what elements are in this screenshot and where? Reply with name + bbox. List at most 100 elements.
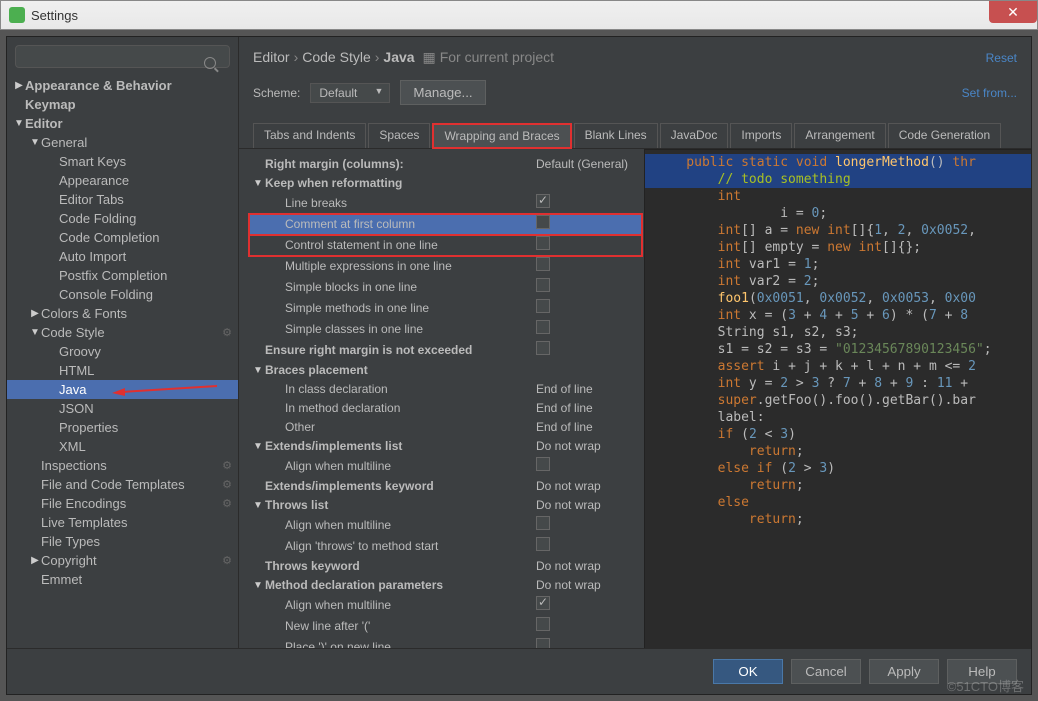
window-close-button[interactable]: ✕ (989, 1, 1037, 23)
option-row[interactable]: Comment at first column (249, 214, 642, 235)
tab-arrangement[interactable]: Arrangement (794, 123, 885, 148)
help-button[interactable]: Help (947, 659, 1017, 684)
sidebar-item-code-style[interactable]: Code Style⚙ (7, 323, 238, 342)
code-line: if (2 < 3) (645, 426, 1031, 443)
scheme-select[interactable]: Default (310, 83, 390, 103)
option-row[interactable]: Throws listDo not wrap (249, 496, 642, 515)
option-row[interactable]: Extends/implements keywordDo not wrap (249, 477, 642, 496)
option-row[interactable]: Control statement in one line (249, 235, 642, 256)
option-row[interactable]: Extends/implements listDo not wrap (249, 437, 642, 456)
option-row[interactable]: Align when multiline (249, 456, 642, 477)
option-row[interactable]: Align when multiline (249, 595, 642, 616)
reset-link[interactable]: Reset (986, 51, 1017, 65)
option-row[interactable]: Simple blocks in one line (249, 277, 642, 298)
tab-javadoc[interactable]: JavaDoc (660, 123, 729, 148)
sidebar-item-live-templates[interactable]: Live Templates (7, 513, 238, 532)
sidebar-item-code-completion[interactable]: Code Completion (7, 228, 238, 247)
option-value[interactable]: Do not wrap (536, 478, 636, 495)
sidebar-item-postfix-completion[interactable]: Postfix Completion (7, 266, 238, 285)
option-value[interactable]: Default (General) (536, 156, 636, 173)
option-row[interactable]: In method declarationEnd of line (249, 399, 642, 418)
sidebar-item-editor[interactable]: Editor (7, 114, 238, 133)
option-checkbox[interactable] (536, 457, 550, 471)
sidebar-item-java[interactable]: Java (7, 380, 238, 399)
option-row[interactable]: Braces placement (249, 361, 642, 380)
sidebar-item-colors-fonts[interactable]: Colors & Fonts (7, 304, 238, 323)
apply-button[interactable]: Apply (869, 659, 939, 684)
tab-blank-lines[interactable]: Blank Lines (574, 123, 658, 148)
sidebar-item-keymap[interactable]: Keymap (7, 95, 238, 114)
scheme-label: Scheme: (253, 86, 300, 100)
option-row[interactable]: Right margin (columns):Default (General) (249, 155, 642, 174)
sidebar-item-file-and-code-templates[interactable]: File and Code Templates⚙ (7, 475, 238, 494)
sidebar-item-editor-tabs[interactable]: Editor Tabs (7, 190, 238, 209)
sidebar-item-properties[interactable]: Properties (7, 418, 238, 437)
option-row[interactable]: Align 'throws' to method start (249, 536, 642, 557)
code-line: int[] empty = new int[]{}; (645, 239, 1031, 256)
option-value[interactable]: End of line (536, 419, 636, 436)
expand-arrow-icon (251, 438, 265, 455)
sidebar-item-html[interactable]: HTML (7, 361, 238, 380)
sidebar-item-groovy[interactable]: Groovy (7, 342, 238, 361)
sidebar-item-general[interactable]: General (7, 133, 238, 152)
sidebar-item-inspections[interactable]: Inspections⚙ (7, 456, 238, 475)
sidebar-item-code-folding[interactable]: Code Folding (7, 209, 238, 228)
tab-imports[interactable]: Imports (730, 123, 792, 148)
gear-icon: ⚙ (222, 459, 232, 472)
option-checkbox[interactable] (536, 236, 550, 250)
tab-spaces[interactable]: Spaces (368, 123, 430, 148)
option-value[interactable]: End of line (536, 381, 636, 398)
set-from-link[interactable]: Set from... (962, 86, 1017, 100)
sidebar-item-auto-import[interactable]: Auto Import (7, 247, 238, 266)
option-row[interactable]: Place ')' on new line (249, 637, 642, 648)
sidebar-item-copyright[interactable]: Copyright⚙ (7, 551, 238, 570)
option-row[interactable]: Align when multiline (249, 515, 642, 536)
option-value[interactable]: Do not wrap (536, 558, 636, 575)
tab-wrapping-braces[interactable]: Wrapping and Braces (432, 123, 571, 149)
option-row[interactable]: OtherEnd of line (249, 418, 642, 437)
option-row[interactable]: Multiple expressions in one line (249, 256, 642, 277)
option-row[interactable]: New line after '(' (249, 616, 642, 637)
tab-code-generation[interactable]: Code Generation (888, 123, 1001, 148)
option-row[interactable]: In class declarationEnd of line (249, 380, 642, 399)
option-row[interactable]: Throws keywordDo not wrap (249, 557, 642, 576)
option-checkbox[interactable] (536, 257, 550, 271)
sidebar-item-json[interactable]: JSON (7, 399, 238, 418)
sidebar-item-file-encodings[interactable]: File Encodings⚙ (7, 494, 238, 513)
option-value[interactable]: End of line (536, 400, 636, 417)
option-row[interactable]: Simple classes in one line (249, 319, 642, 340)
ok-button[interactable]: OK (713, 659, 783, 684)
sidebar-item-file-types[interactable]: File Types (7, 532, 238, 551)
sidebar-item-console-folding[interactable]: Console Folding (7, 285, 238, 304)
manage-button[interactable]: Manage... (400, 80, 485, 105)
sidebar-item-xml[interactable]: XML (7, 437, 238, 456)
option-checkbox[interactable] (536, 320, 550, 334)
option-checkbox[interactable] (536, 617, 550, 631)
cancel-button[interactable]: Cancel (791, 659, 861, 684)
option-checkbox[interactable] (536, 596, 550, 610)
option-row[interactable]: Ensure right margin is not exceeded (249, 340, 642, 361)
option-value[interactable]: Do not wrap (536, 497, 636, 514)
option-checkbox[interactable] (536, 537, 550, 551)
option-checkbox[interactable] (536, 278, 550, 292)
tab-tabs-indents[interactable]: Tabs and Indents (253, 123, 366, 148)
option-value[interactable]: Do not wrap (536, 577, 636, 594)
option-row[interactable]: Keep when reformatting (249, 174, 642, 193)
option-checkbox[interactable] (536, 516, 550, 530)
search-input[interactable] (15, 45, 230, 68)
option-row[interactable]: Method declaration parametersDo not wrap (249, 576, 642, 595)
option-row[interactable]: Simple methods in one line (249, 298, 642, 319)
sidebar-item-smart-keys[interactable]: Smart Keys (7, 152, 238, 171)
sidebar-item-emmet[interactable]: Emmet (7, 570, 238, 589)
option-checkbox[interactable] (536, 341, 550, 355)
option-checkbox[interactable] (536, 299, 550, 313)
sidebar-item-label: Colors & Fonts (41, 306, 232, 321)
option-value[interactable]: Do not wrap (536, 438, 636, 455)
option-row[interactable]: Line breaks (249, 193, 642, 214)
code-line: String s1, s2, s3; (645, 324, 1031, 341)
sidebar-item-appearance[interactable]: Appearance (7, 171, 238, 190)
option-checkbox[interactable] (536, 215, 550, 229)
sidebar-item-appearance-behavior[interactable]: Appearance & Behavior (7, 76, 238, 95)
option-checkbox[interactable] (536, 638, 550, 648)
option-checkbox[interactable] (536, 194, 550, 208)
